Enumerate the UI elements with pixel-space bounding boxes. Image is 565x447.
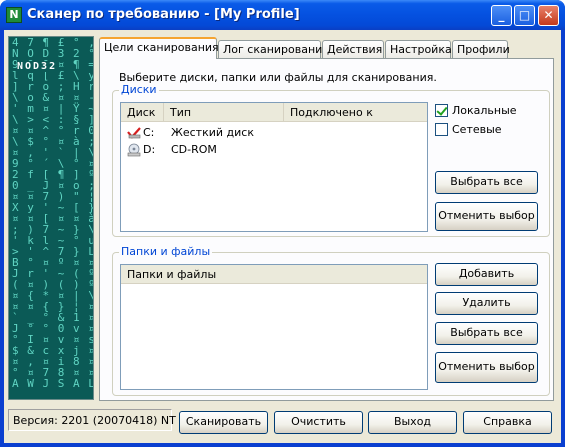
hard-disk-icon [127,127,141,139]
column-folders-files[interactable]: Папки и файлы [121,265,429,283]
local-drives-label[interactable]: Локальные [452,104,517,117]
scanner-window: N Сканер по требованию - [My Profile] _ … [0,0,565,447]
deselect-files-button[interactable]: Отменить выбор [435,352,538,383]
nod32-sidebar-banner: 4 7 ¶ £ ° , \ ´ N O D 3 2 ° \ 9 0 0 ¤ ¶ … [8,36,94,400]
window-title: Сканер по требованию - [My Profile] [27,7,300,22]
exit-button[interactable]: Выход [368,411,457,434]
tab-profiles[interactable]: Профили [452,40,510,58]
local-drives-checkbox[interactable] [435,104,448,117]
folders-files-group-title: Папки и файлы [119,245,213,258]
drive-row-d[interactable]: D: CD-ROM [121,142,427,158]
select-all-drives-button[interactable]: Выбрать все [435,171,538,194]
client-area: 4 7 ¶ £ ° , \ ´ N O D 3 2 ° \ 9 0 0 ¤ ¶ … [4,30,561,443]
version-field: Версия: 2201 (20070418) NT [8,409,176,431]
cd-rom-icon [127,143,141,157]
folders-files-list-header: Папки и файлы [121,265,427,284]
column-drive[interactable]: Диск [121,103,164,121]
clear-button[interactable]: Очистить [274,411,363,434]
remove-button[interactable]: Удалить [435,292,538,315]
add-button[interactable]: Добавить [435,263,538,286]
network-drives-checkbox[interactable] [435,123,448,136]
help-button[interactable]: Справка [463,411,552,434]
drive-row-c[interactable]: C: Жесткий диск [121,125,427,141]
drives-list-header: Диск Тип Подключено к [121,103,427,122]
tab-actions[interactable]: Действия [322,40,384,58]
column-type[interactable]: Тип [164,103,284,121]
drives-list[interactable]: Диск Тип Подключено к C: Жесткий диск D:… [120,102,428,232]
maximize-button[interactable]: □ [514,5,535,26]
scan-button[interactable]: Сканировать [179,411,268,434]
drives-group: Диски Диск Тип Подключено к C: Жесткий д… [112,83,550,237]
close-button[interactable]: ✕ [538,5,559,26]
drive-type: Жесткий диск [171,126,254,139]
matrix-pattern: 4 7 ¶ £ ° , \ ´ N O D 3 2 ° \ 9 0 0 ¤ ¶ … [12,36,93,390]
nod32-app-icon[interactable]: N [6,7,22,23]
drive-type: CD-ROM [171,143,217,156]
tab-scan-targets[interactable]: Цели сканирования [99,37,219,59]
tab-scan-log[interactable]: Лог сканирования [218,40,329,58]
drives-group-title: Диски [119,83,159,96]
folders-files-group: Папки и файлы Папки и файлы Добавить Уда… [112,245,550,396]
column-connected[interactable]: Подключено к [284,103,429,121]
select-all-files-button[interactable]: Выбрать все [435,322,538,345]
scan-targets-panel: Выберите диски, папки или файлы для скан… [99,58,554,401]
folders-files-list[interactable]: Папки и файлы [120,264,428,390]
instruction-text: Выберите диски, папки или файлы для скан… [119,71,437,84]
drive-letter: C: [143,126,155,139]
drive-letter: D: [143,143,156,156]
network-drives-label[interactable]: Сетевые [452,123,502,136]
tab-settings[interactable]: Настройка [385,40,452,58]
minimize-button[interactable]: _ [491,5,512,26]
deselect-drives-button[interactable]: Отменить выбор [435,202,538,231]
title-bar[interactable]: N Сканер по требованию - [My Profile] _ … [0,0,565,30]
nod32-logo: NOD32 [17,61,58,72]
